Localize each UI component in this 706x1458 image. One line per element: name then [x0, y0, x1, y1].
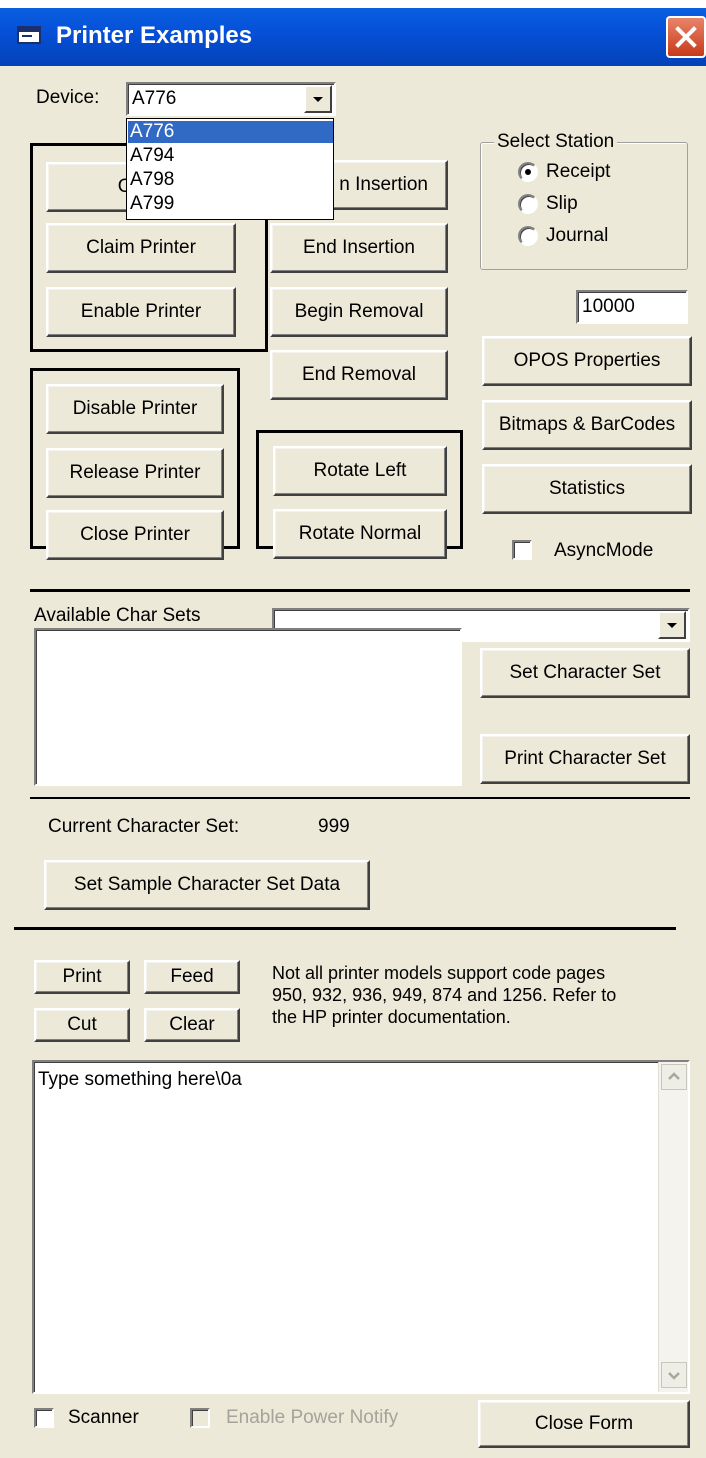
- scanner-label: Scanner: [68, 1407, 139, 1428]
- chevron-up-icon: [668, 1072, 680, 1080]
- select-station-title: Select Station: [494, 130, 618, 154]
- clear-button[interactable]: Clear: [144, 1008, 240, 1042]
- device-option[interactable]: A776: [128, 121, 333, 143]
- receipt-radio[interactable]: [518, 162, 538, 182]
- statistics-label: Statistics: [548, 478, 626, 499]
- begin-removal-button[interactable]: Begin Removal: [270, 287, 448, 337]
- close-form-button[interactable]: Close Form: [478, 1400, 690, 1448]
- opos-properties-button[interactable]: OPOS Properties: [482, 336, 692, 386]
- disable-printer-button[interactable]: Disable Printer: [46, 384, 224, 434]
- device-dropdown-button[interactable]: [304, 85, 332, 113]
- set-character-set-label: Set Character Set: [509, 662, 661, 683]
- end-removal-label: End Removal: [301, 364, 417, 385]
- print-text-value: Type something here\0a: [38, 1069, 242, 1090]
- cut-label: Cut: [67, 1014, 97, 1035]
- rotate-left-button[interactable]: Rotate Left: [273, 446, 447, 496]
- enable-printer-button[interactable]: Enable Printer: [46, 287, 236, 337]
- feed-label: Feed: [170, 966, 214, 987]
- close-printer-button[interactable]: Close Printer: [46, 510, 224, 560]
- chevron-down-icon: [313, 97, 323, 102]
- scroll-up-button[interactable]: [661, 1064, 687, 1090]
- feed-button[interactable]: Feed: [144, 960, 240, 994]
- print-button[interactable]: Print: [34, 960, 130, 994]
- async-mode-label: AsyncMode: [554, 540, 654, 561]
- current-charset-label: Current Character Set:: [48, 816, 240, 837]
- journal-radio[interactable]: [518, 226, 538, 246]
- print-character-set-button[interactable]: Print Character Set: [480, 734, 690, 784]
- charsets-listbox[interactable]: [34, 628, 462, 786]
- device-option[interactable]: A794: [128, 145, 333, 167]
- begin-removal-label: Begin Removal: [294, 301, 424, 322]
- text-area-scrollbar[interactable]: [658, 1062, 688, 1392]
- journal-label: Journal: [546, 225, 609, 246]
- set-sample-charset-data-label: Set Sample Character Set Data: [73, 874, 341, 895]
- device-combobox[interactable]: A776: [126, 82, 336, 116]
- slip-radio[interactable]: [518, 194, 538, 214]
- rotate-normal-button[interactable]: Rotate Normal: [273, 509, 447, 559]
- window-icon: [16, 23, 44, 49]
- enable-printer-label: Enable Printer: [80, 301, 202, 322]
- async-mode-checkbox[interactable]: [512, 540, 532, 560]
- current-charset-value: 999: [318, 816, 350, 837]
- begin-insertion-label: n Insertion: [339, 174, 428, 195]
- print-text-area[interactable]: Type something here\0a: [32, 1060, 690, 1394]
- cut-button[interactable]: Cut: [34, 1008, 130, 1042]
- claim-printer-button[interactable]: Claim Printer: [46, 223, 236, 273]
- top-strip: [0, 0, 706, 8]
- receipt-label: Receipt: [546, 161, 611, 182]
- rotate-normal-label: Rotate Normal: [298, 523, 422, 544]
- print-character-set-label: Print Character Set: [504, 748, 666, 769]
- end-insertion-label: End Insertion: [303, 237, 415, 258]
- device-dropdown-list[interactable]: A776 A794 A798 A799: [126, 118, 334, 220]
- end-insertion-button[interactable]: End Insertion: [270, 223, 448, 273]
- rotate-left-label: Rotate Left: [313, 460, 407, 481]
- separator-2: [30, 797, 690, 799]
- device-option[interactable]: A799: [128, 193, 333, 215]
- code-page-note-line-3: the HP printer documentation.: [272, 1007, 511, 1027]
- claim-printer-label: Claim Printer: [86, 237, 196, 258]
- device-combobox-value: A776: [132, 88, 177, 109]
- opos-properties-label: OPOS Properties: [513, 350, 661, 371]
- chevron-down-icon: [667, 623, 677, 628]
- available-charsets-label: Available Char Sets: [34, 605, 201, 626]
- close-form-label: Close Form: [534, 1413, 634, 1434]
- end-removal-button[interactable]: End Removal: [270, 350, 448, 400]
- separator-3: [14, 927, 676, 930]
- separator-1: [30, 589, 690, 592]
- scanner-checkbox[interactable]: [34, 1408, 54, 1428]
- charsets-dropdown-button[interactable]: [658, 611, 686, 639]
- bitmaps-barcodes-label: Bitmaps & BarCodes: [498, 414, 676, 435]
- release-printer-label: Release Printer: [69, 462, 201, 483]
- disable-printer-label: Disable Printer: [72, 398, 198, 419]
- set-sample-charset-data-button[interactable]: Set Sample Character Set Data: [44, 860, 370, 910]
- enable-power-notify-label: Enable Power Notify: [226, 1407, 399, 1428]
- timeout-input[interactable]: 10000: [576, 290, 688, 324]
- close-printer-label: Close Printer: [80, 524, 190, 545]
- set-character-set-button[interactable]: Set Character Set: [480, 648, 690, 698]
- bitmaps-barcodes-button[interactable]: Bitmaps & BarCodes: [482, 400, 692, 450]
- code-page-note-line-1: Not all printer models support code page…: [272, 963, 606, 983]
- enable-power-notify-checkbox[interactable]: [190, 1408, 210, 1428]
- slip-label: Slip: [546, 193, 578, 214]
- scroll-down-button[interactable]: [661, 1362, 687, 1388]
- window-title: Printer Examples: [56, 22, 253, 49]
- close-button[interactable]: [666, 16, 706, 58]
- statistics-button[interactable]: Statistics: [482, 464, 692, 514]
- device-option[interactable]: A798: [128, 169, 333, 191]
- release-printer-button[interactable]: Release Printer: [46, 448, 224, 498]
- close-icon: [675, 26, 697, 48]
- clear-label: Clear: [169, 1014, 215, 1035]
- timeout-value: 10000: [582, 296, 635, 317]
- print-label: Print: [62, 966, 102, 987]
- chevron-down-icon: [668, 1372, 680, 1380]
- code-page-note-line-2: 950, 932, 936, 949, 874 and 1256. Refer …: [272, 985, 617, 1005]
- device-label: Device:: [36, 87, 100, 108]
